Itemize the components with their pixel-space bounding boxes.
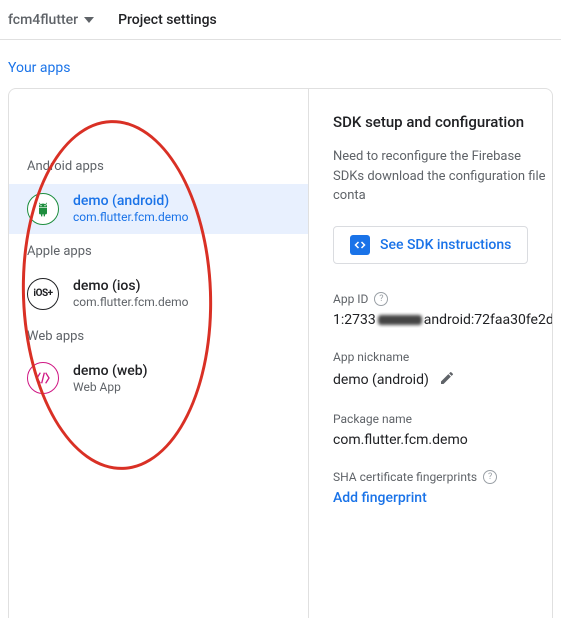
group-label-android: Android apps bbox=[9, 149, 308, 184]
sdk-button-label: See SDK instructions bbox=[380, 237, 511, 253]
see-sdk-button[interactable]: See SDK instructions bbox=[333, 226, 528, 264]
project-selector[interactable]: fcm4flutter bbox=[8, 12, 94, 28]
web-icon bbox=[27, 362, 59, 394]
add-fingerprint-link[interactable]: Add fingerprint bbox=[333, 490, 552, 506]
top-bar: fcm4flutter Project settings bbox=[0, 0, 561, 40]
code-icon bbox=[350, 235, 370, 255]
group-label-apple: Apple apps bbox=[9, 234, 308, 269]
app-name: demo (web) bbox=[73, 362, 148, 380]
sha-label: SHA certificate fingerprints ? bbox=[333, 470, 552, 484]
tab-project-settings[interactable]: Project settings bbox=[118, 12, 217, 28]
app-row-ios[interactable]: iOS+ demo (ios) com.flutter.fcm.demo bbox=[9, 269, 308, 319]
package-label: Package name bbox=[333, 412, 552, 426]
app-row-android[interactable]: demo (android) com.flutter.fcm.demo bbox=[9, 184, 308, 234]
app-name: demo (ios) bbox=[73, 277, 188, 295]
help-icon[interactable]: ? bbox=[374, 292, 388, 306]
detail-title: SDK setup and configuration bbox=[333, 113, 552, 131]
help-icon[interactable]: ? bbox=[483, 470, 497, 484]
apps-sidebar: Android apps demo (android) com.flutter.… bbox=[9, 89, 309, 618]
app-id-label: App ID ? bbox=[333, 292, 552, 306]
app-name: demo (android) bbox=[73, 192, 188, 210]
section-title: Your apps bbox=[0, 40, 561, 88]
ios-icon: iOS+ bbox=[27, 278, 59, 310]
caret-down-icon bbox=[84, 17, 94, 23]
app-sub: com.flutter.fcm.demo bbox=[73, 210, 188, 226]
app-sub: Web App bbox=[73, 380, 148, 396]
package-value: com.flutter.fcm.demo bbox=[333, 432, 552, 448]
group-label-web: Web apps bbox=[9, 319, 308, 354]
app-detail: SDK setup and configuration Need to reco… bbox=[309, 89, 552, 618]
nickname-label: App nickname bbox=[333, 350, 552, 364]
pencil-icon[interactable] bbox=[439, 370, 455, 390]
redacted-segment bbox=[378, 315, 422, 325]
project-name: fcm4flutter bbox=[8, 12, 78, 28]
nickname-value: demo (android) bbox=[333, 372, 429, 388]
app-row-web[interactable]: demo (web) Web App bbox=[9, 354, 308, 404]
apps-card: Android apps demo (android) com.flutter.… bbox=[8, 88, 553, 618]
detail-desc: Need to reconfigure the Firebase SDKs do… bbox=[333, 147, 552, 206]
android-icon bbox=[27, 193, 59, 225]
app-id-value: 1:2733android:72faa30fe2d bbox=[333, 312, 552, 328]
app-sub: com.flutter.fcm.demo bbox=[73, 295, 188, 311]
